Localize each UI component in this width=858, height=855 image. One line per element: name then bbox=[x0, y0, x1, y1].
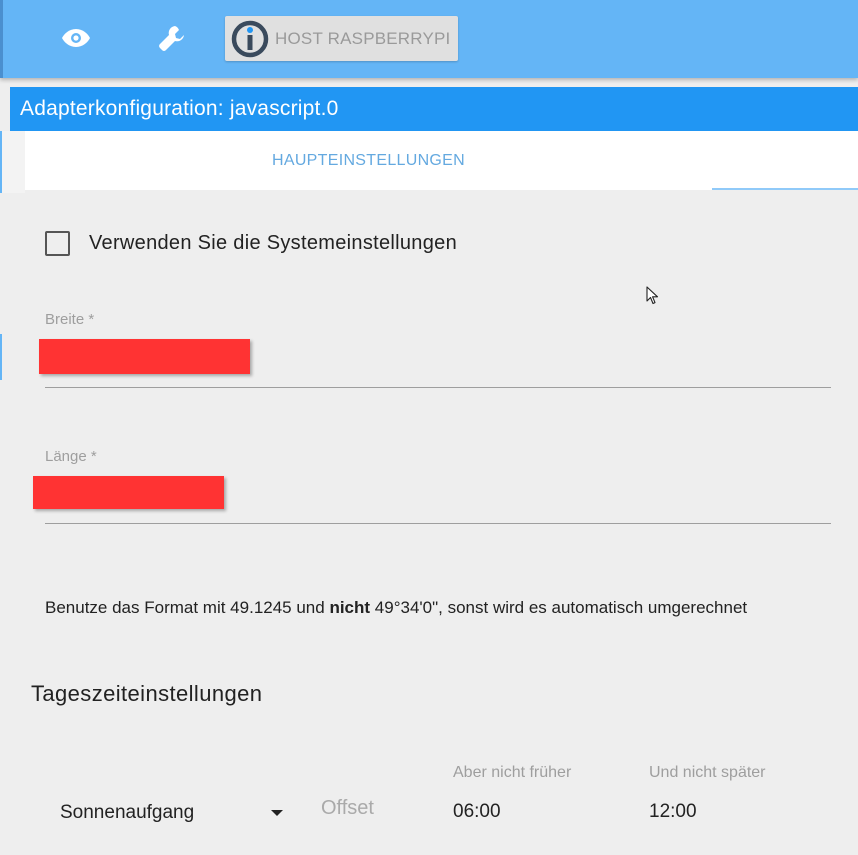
left-strip-line bbox=[0, 131, 2, 193]
tab-indicator bbox=[712, 188, 858, 190]
wrench-icon[interactable] bbox=[152, 18, 192, 58]
left-strip bbox=[0, 131, 25, 193]
iobroker-logo-icon bbox=[231, 20, 269, 57]
dialog-header: Adapterkonfiguration: javascript.0 bbox=[10, 87, 858, 131]
use-system-settings-label: Verwenden Sie die Systemeinstellungen bbox=[89, 232, 457, 254]
chevron-down-icon bbox=[271, 810, 283, 816]
hint-text-before: Benutze das Format mit 49.1245 und bbox=[45, 598, 330, 617]
event-select[interactable]: Sonnenaufgang bbox=[60, 800, 286, 826]
top-bar: HOST RASPBERRYPI bbox=[0, 0, 858, 78]
use-system-settings-checkbox[interactable] bbox=[45, 231, 70, 256]
not-later-label: Und nicht später bbox=[649, 764, 766, 781]
tab-bar: HAUPTEINSTELLUNGEN bbox=[25, 131, 858, 190]
dialog-title: Adapterkonfiguration: javascript.0 bbox=[20, 97, 339, 120]
longitude-label: Länge * bbox=[45, 448, 97, 465]
host-label: HOST RASPBERRYPI bbox=[275, 28, 451, 48]
hint-text-after: 49°34'0", sonst wird es automatisch umge… bbox=[370, 598, 748, 617]
tab-main-settings[interactable]: HAUPTEINSTELLUNGEN bbox=[272, 152, 465, 170]
hint-text-bold: nicht bbox=[329, 598, 371, 617]
use-system-settings-row[interactable]: Verwenden Sie die Systemeinstellungen bbox=[45, 231, 457, 256]
left-accent bbox=[0, 334, 2, 380]
topbar-edge bbox=[0, 0, 3, 78]
mouse-cursor-icon bbox=[646, 286, 659, 305]
host-button[interactable]: HOST RASPBERRYPI bbox=[225, 16, 458, 61]
not-later-time-input[interactable]: 12:00 bbox=[649, 801, 697, 823]
longitude-redaction bbox=[33, 476, 224, 509]
format-hint: Benutze das Format mit 49.1245 und nicht… bbox=[45, 597, 765, 619]
not-earlier-label: Aber nicht früher bbox=[453, 764, 572, 781]
eye-icon[interactable] bbox=[56, 18, 96, 58]
latitude-label: Breite * bbox=[45, 311, 95, 328]
latitude-redaction bbox=[39, 339, 250, 374]
daytime-settings-title: Tageszeiteinstellungen bbox=[31, 681, 263, 706]
offset-input[interactable]: Offset bbox=[321, 797, 374, 820]
not-earlier-time-input[interactable]: 06:00 bbox=[453, 801, 501, 823]
event-select-value: Sonnenaufgang bbox=[60, 802, 195, 823]
